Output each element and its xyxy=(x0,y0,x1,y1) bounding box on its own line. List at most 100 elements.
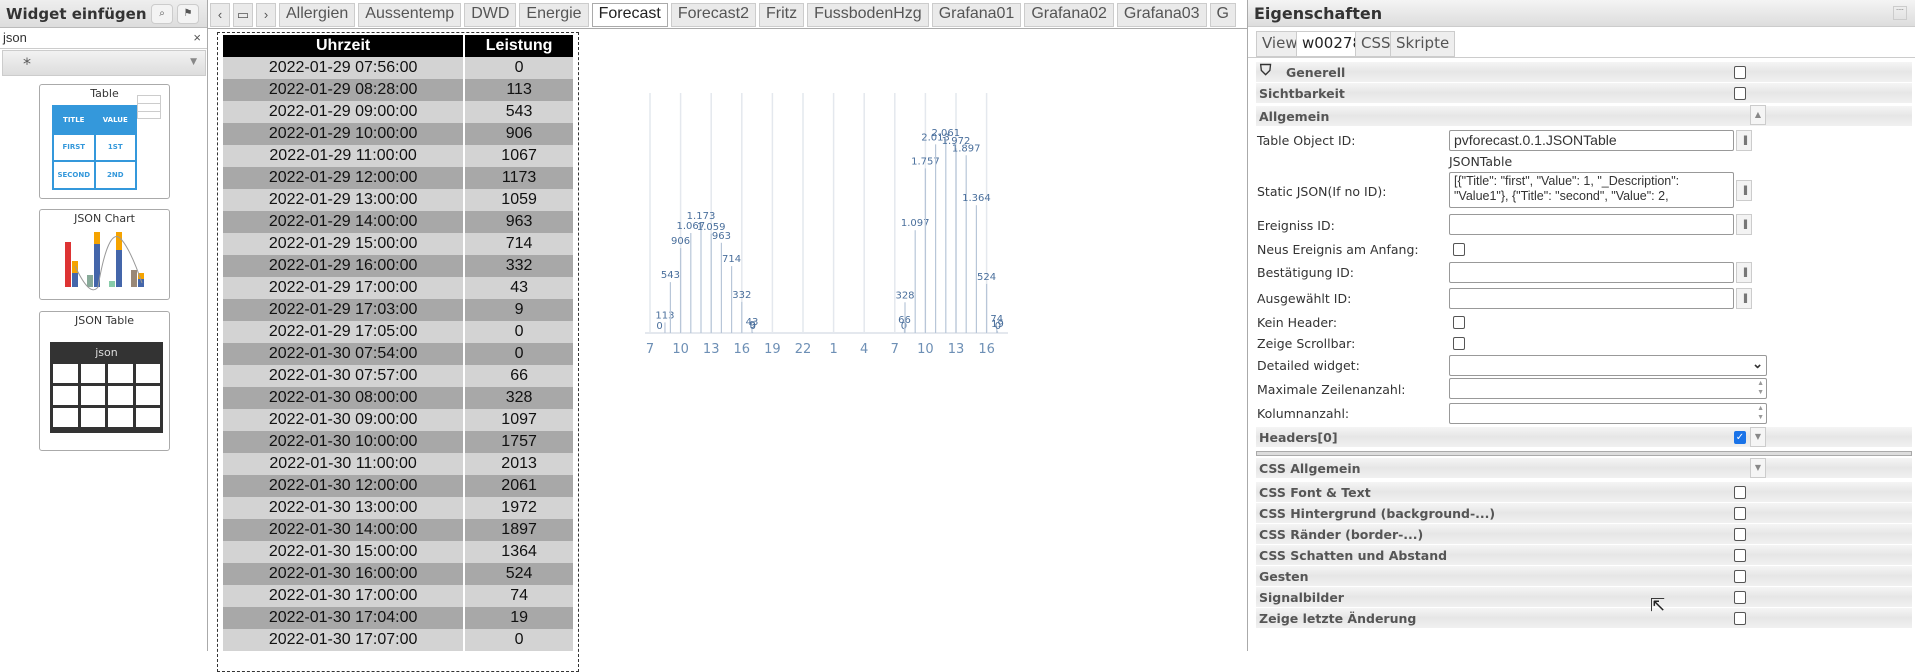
cell-leistung: 1972 xyxy=(465,497,573,519)
section-generell[interactable]: ⛉ Generell xyxy=(1256,61,1912,82)
data-label: 0 xyxy=(656,321,662,332)
next-view-button[interactable]: › xyxy=(256,3,276,27)
x-tick-label: 10 xyxy=(672,342,689,357)
ereigniss-id-input[interactable] xyxy=(1449,214,1734,235)
cell-leistung: 1173 xyxy=(465,167,573,189)
cell-leistung: 2061 xyxy=(465,475,573,497)
preview-cell: 1ST xyxy=(95,134,135,161)
section-css-group[interactable]: CSS Hintergrund (background-...) xyxy=(1256,503,1912,523)
section-headers[interactable]: Headers[0] xyxy=(1256,427,1912,447)
section-css-group[interactable]: CSS Ränder (border-...) xyxy=(1256,524,1912,544)
widget-table[interactable]: Table TITLE VALUE FIRST 1ST SECOND 2ND xyxy=(39,84,170,199)
search-icon[interactable]: ⌕ xyxy=(151,4,173,24)
select-id-button[interactable]: ▐ xyxy=(1736,262,1752,283)
tab-scripts[interactable]: Skripte xyxy=(1390,31,1456,57)
css-group-checkbox[interactable] xyxy=(1734,612,1746,625)
tab-grafana03[interactable]: Grafana03 xyxy=(1116,3,1207,27)
static-json-textarea[interactable]: [{"Title": "first", "Value": 1, "_Descri… xyxy=(1449,172,1734,208)
expand-down-icon[interactable]: ▼ xyxy=(1750,458,1766,478)
tab-energie[interactable]: Energie xyxy=(519,3,589,27)
tab-dwd[interactable]: DWD xyxy=(464,3,517,27)
ausgewaehlt-id-input[interactable] xyxy=(1449,288,1734,309)
json-table-widget[interactable]: Uhrzeit Leistung 2022-01-29 07:56:00 0 2022-… xyxy=(217,32,579,672)
css-group-checkbox[interactable] xyxy=(1734,570,1746,583)
field-label: Maximale Zeilenanzahl: xyxy=(1257,382,1406,397)
table-icon xyxy=(137,95,161,119)
kein-header-checkbox[interactable] xyxy=(1453,316,1465,329)
edit-json-button[interactable]: ▐ xyxy=(1736,180,1752,201)
tab-fritz[interactable]: Fritz xyxy=(758,3,805,27)
neus-ereignis-checkbox[interactable] xyxy=(1453,243,1465,256)
section-css-group[interactable]: CSS Font & Text xyxy=(1256,482,1912,502)
data-label: 328 xyxy=(895,290,914,301)
cell-leistung: 19 xyxy=(465,607,573,629)
zeige-scrollbar-checkbox[interactable] xyxy=(1453,337,1465,350)
cell-leistung: 543 xyxy=(465,101,573,123)
tab-grafana01[interactable]: Grafana01 xyxy=(931,3,1022,27)
tab-aussentemp[interactable]: Aussentemp xyxy=(358,3,462,27)
bestaetigung-id-input[interactable] xyxy=(1449,262,1734,283)
section-css-allgemein[interactable]: CSS Allgemein xyxy=(1256,458,1912,478)
sichtbarkeit-checkbox[interactable] xyxy=(1734,87,1746,100)
panel-menu-button[interactable]: ···· xyxy=(1893,6,1907,20)
generell-checkbox[interactable] xyxy=(1734,66,1746,79)
tag-icon[interactable]: ⚑ xyxy=(177,4,199,24)
expand-down-icon[interactable]: ▼ xyxy=(1750,427,1766,447)
cell-uhrzeit: 2022-01-29 08:28:00 xyxy=(223,79,464,101)
cell-uhrzeit: 2022-01-30 07:54:00 xyxy=(223,343,464,365)
select-id-button[interactable]: ▐ xyxy=(1736,288,1752,309)
section-allgemein[interactable]: Allgemein xyxy=(1256,106,1912,126)
widget-search-input[interactable]: json × xyxy=(0,29,207,49)
filter-icon[interactable]: ⛉ xyxy=(1260,61,1271,79)
css-group-checkbox[interactable] xyxy=(1734,528,1746,541)
widget-json-table[interactable]: JSON Table json xyxy=(39,311,170,451)
cell-uhrzeit: 2022-01-29 13:00:00 xyxy=(223,189,464,211)
collapse-up-icon[interactable]: ▲ xyxy=(1750,105,1766,125)
section-sichtbarkeit[interactable]: Sichtbarkeit xyxy=(1256,83,1912,103)
clipboard-icon[interactable]: ▭ xyxy=(233,3,253,27)
css-group-checkbox[interactable] xyxy=(1734,507,1746,520)
column-count-stepper[interactable]: ▲ ▼ xyxy=(1449,403,1767,424)
cell-uhrzeit: 2022-01-29 15:00:00 xyxy=(223,233,464,255)
select-id-button[interactable]: ▐ xyxy=(1736,214,1752,235)
css-group-checkbox[interactable] xyxy=(1734,486,1746,499)
section-css-group[interactable]: Zeige letzte Änderung xyxy=(1256,608,1912,628)
x-tick-label: 22 xyxy=(795,342,812,357)
table-row: 2022-01-30 10:00:00 1757 xyxy=(223,431,573,453)
tab-forecast[interactable]: Forecast xyxy=(591,3,668,27)
table-row: 2022-01-30 11:00:00 2013 xyxy=(223,453,573,475)
table-preview: TITLE VALUE FIRST 1ST SECOND 2ND xyxy=(52,105,137,190)
max-rows-stepper[interactable]: ▲ ▼ xyxy=(1449,378,1767,399)
cell-uhrzeit: 2022-01-30 17:00:00 xyxy=(223,585,464,607)
cell-uhrzeit: 2022-01-30 15:00:00 xyxy=(223,541,464,563)
tab-g[interactable]: G xyxy=(1209,3,1236,27)
field-label: Ausgewählt ID: xyxy=(1257,291,1352,306)
headers-checkbox[interactable]: ✓ xyxy=(1734,431,1746,444)
cell-leistung: 332 xyxy=(465,255,573,277)
cell-leistung: 963 xyxy=(465,211,573,233)
select-id-button[interactable]: ▐ xyxy=(1736,130,1752,151)
tab-allergien[interactable]: Allergien xyxy=(279,3,356,27)
widget-json-chart[interactable]: JSON Chart xyxy=(39,209,170,300)
cell-uhrzeit: 2022-01-30 11:00:00 xyxy=(223,453,464,475)
field-label: Bestätigung ID: xyxy=(1257,265,1354,280)
x-tick-label: 13 xyxy=(948,342,965,357)
section-css-group[interactable]: CSS Schatten und Abstand xyxy=(1256,545,1912,565)
widget-set-filter[interactable]: * ▼ xyxy=(2,50,206,76)
prev-view-button[interactable]: ‹ xyxy=(210,3,230,27)
properties-panel: Eigenschaften ···· View w00278 CSS Skrip… xyxy=(1247,0,1915,651)
preview-cell: SECOND xyxy=(54,162,94,188)
cell-uhrzeit: 2022-01-30 08:00:00 xyxy=(223,387,464,409)
table-object-id-input[interactable]: pvforecast.0.1.JSONTable xyxy=(1449,130,1734,151)
section-css-group[interactable]: Gesten xyxy=(1256,566,1912,586)
tab-forecast2[interactable]: Forecast2 xyxy=(670,3,756,27)
clear-icon[interactable]: × xyxy=(193,30,201,45)
cell-leistung: 74 xyxy=(465,585,573,607)
table-row: 2022-01-30 17:07:00 0 xyxy=(223,629,573,651)
section-css-group[interactable]: Signalbilder xyxy=(1256,587,1912,607)
tab-fussbodenhzg[interactable]: FussbodenHzg xyxy=(807,3,929,27)
css-group-checkbox[interactable] xyxy=(1734,549,1746,562)
css-group-checkbox[interactable] xyxy=(1734,591,1746,604)
tab-grafana02[interactable]: Grafana02 xyxy=(1024,3,1114,27)
detailed-widget-select[interactable]: ⌄ xyxy=(1449,355,1767,376)
